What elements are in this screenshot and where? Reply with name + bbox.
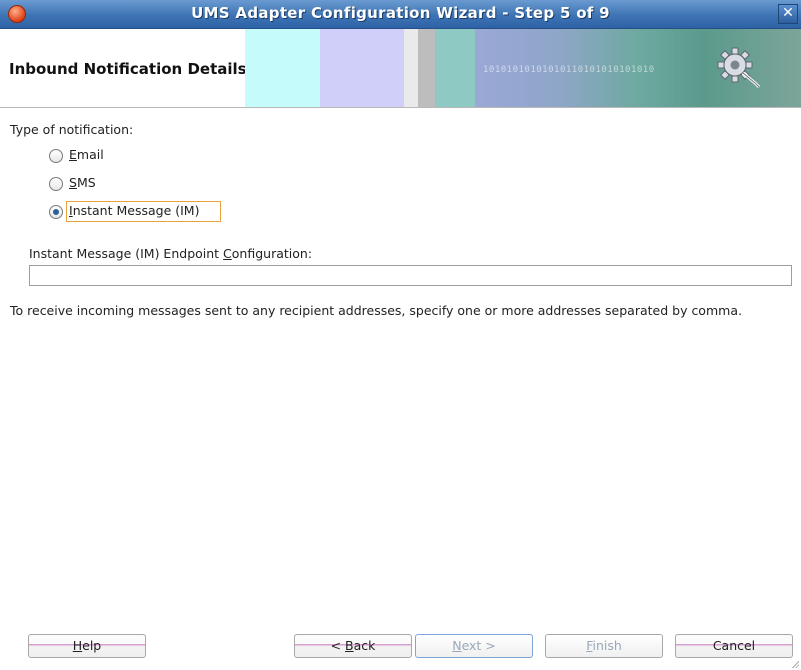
banner-art: 10101010101010110101010101010 <box>245 29 801 107</box>
page-title: Inbound Notification Details <box>9 60 247 78</box>
close-button[interactable]: ✕ <box>778 4 798 24</box>
endpoint-config-label: Instant Message (IM) Endpoint Configurat… <box>29 246 313 261</box>
title-bar: UMS Adapter Configuration Wizard - Step … <box>0 0 801 29</box>
radio-sms-label[interactable]: SMS <box>69 175 96 190</box>
resize-grip-icon[interactable] <box>791 660 799 668</box>
radio-instant-message[interactable] <box>49 205 63 219</box>
close-icon: ✕ <box>782 5 794 21</box>
back-button[interactable]: < Back <box>294 634 412 658</box>
gear-plug-icon <box>717 47 761 89</box>
cancel-button[interactable]: Cancel <box>675 634 793 658</box>
wizard-header: Inbound Notification Details 10101010101… <box>0 29 801 108</box>
radio-sms[interactable] <box>49 177 63 191</box>
radio-email-label[interactable]: Email <box>69 147 104 162</box>
help-button[interactable]: Help <box>28 634 146 658</box>
window-title: UMS Adapter Configuration Wizard - Step … <box>191 4 610 22</box>
endpoint-config-input[interactable] <box>29 265 792 286</box>
banner-binary-text: 10101010101010110101010101010 <box>483 65 655 75</box>
finish-button[interactable]: Finish <box>545 634 663 658</box>
next-button[interactable]: Next > <box>415 634 533 658</box>
notification-type-label: Type of notification: <box>10 122 134 137</box>
radio-email[interactable] <box>49 149 63 163</box>
help-description: To receive incoming messages sent to any… <box>10 303 742 318</box>
radio-instant-message-label[interactable]: Instant Message (IM) <box>69 203 199 218</box>
